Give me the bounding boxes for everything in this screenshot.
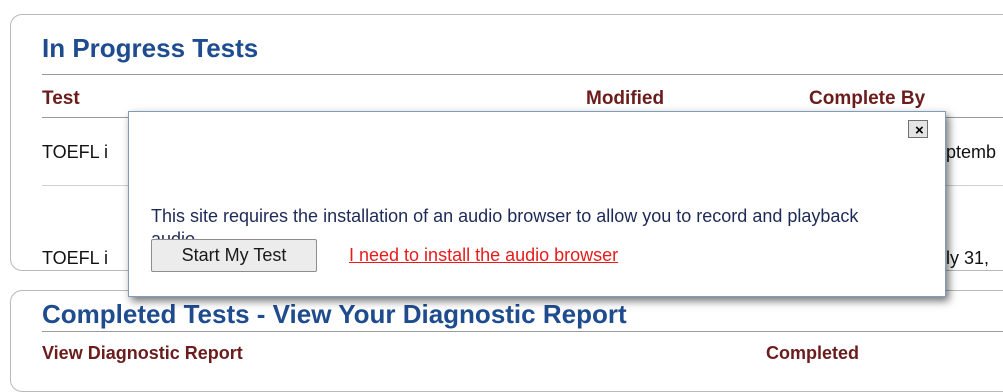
completed-panel: Completed Tests - View Your Diagnostic R… <box>10 290 1003 392</box>
install-audio-browser-link[interactable]: I need to install the audio browser <box>349 245 618 266</box>
title-divider <box>42 74 1003 75</box>
column-header-modified[interactable]: Modified <box>586 88 664 110</box>
row-test-name[interactable]: TOEFL i <box>42 248 108 269</box>
title-divider <box>42 331 1003 332</box>
column-header-test[interactable]: Test <box>42 88 80 110</box>
close-button[interactable]: × <box>908 120 928 139</box>
row-complete-by: ptemb <box>946 142 997 162</box>
completed-title: Completed Tests - View Your Diagnostic R… <box>42 299 627 329</box>
row-test-name[interactable]: TOEFL i <box>42 142 108 163</box>
column-header-view-report[interactable]: View Diagnostic Report <box>42 343 243 364</box>
audio-browser-dialog: × This site requires the installation of… <box>128 111 946 297</box>
row-complete-by: ly 31, <box>946 248 990 268</box>
column-header-completed[interactable]: Completed <box>766 343 859 364</box>
in-progress-title: In Progress Tests <box>42 33 259 63</box>
column-header-complete-by[interactable]: Complete By <box>809 88 925 110</box>
start-my-test-button[interactable]: Start My Test <box>151 239 317 272</box>
